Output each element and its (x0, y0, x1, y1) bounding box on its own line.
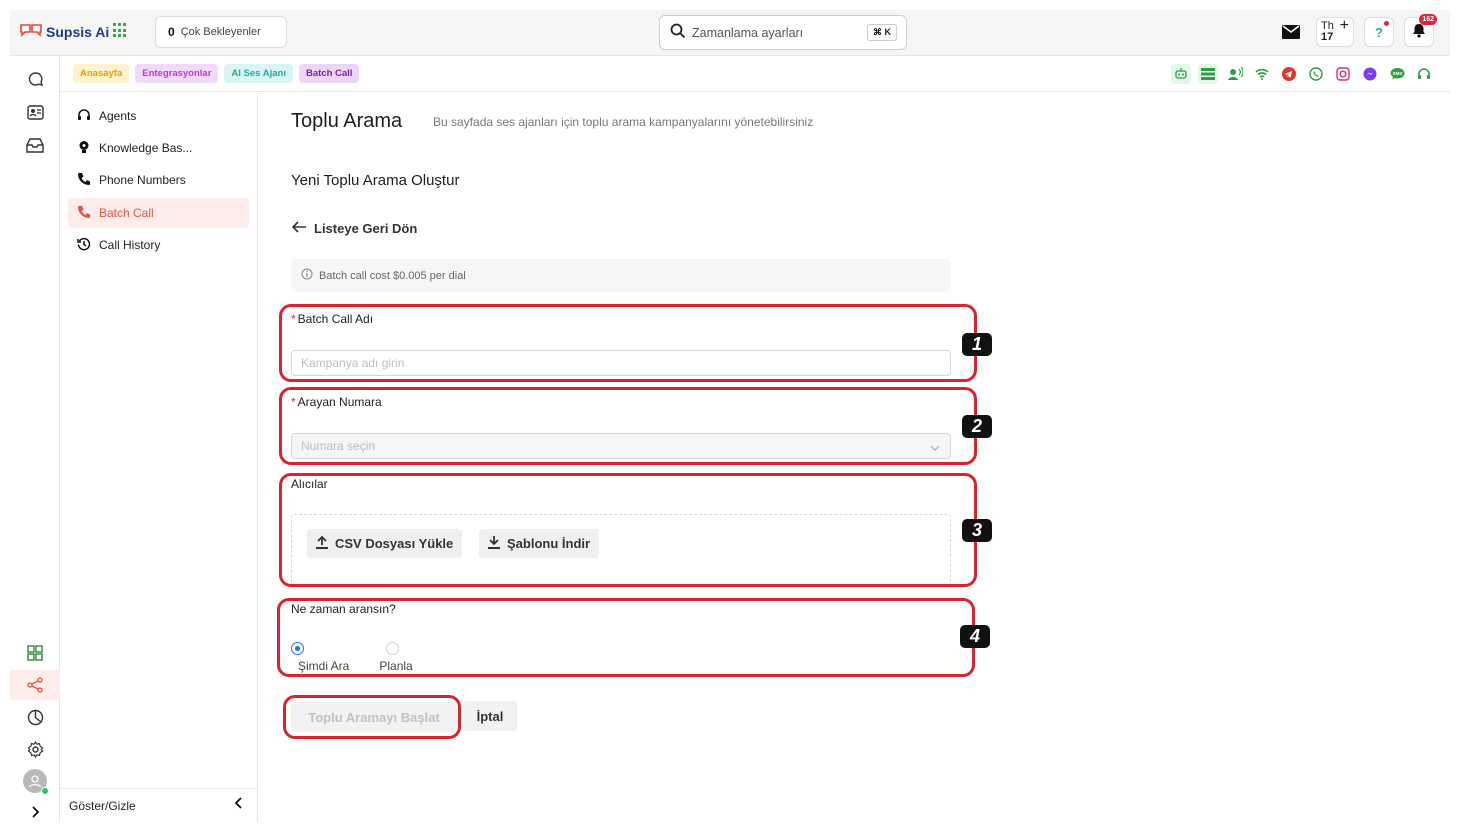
page-subtitle: Bu sayfada ses ajanları için toplu arama… (433, 115, 814, 129)
page-title: Toplu Arama (291, 110, 403, 132)
annotation-number-3: 3 (962, 519, 992, 542)
online-status-icon (41, 787, 49, 795)
back-link-label: Listeye Geri Dön (314, 221, 418, 236)
subnav-item-label: Knowledge Bas... (99, 141, 193, 155)
subnav-item-call-history[interactable]: Call History (68, 230, 249, 260)
app-name: Supsis Ai (46, 24, 110, 40)
list-icon[interactable] (1198, 64, 1218, 84)
notifications-button[interactable]: 162 (1404, 14, 1437, 47)
subnav-item-batch-call[interactable]: Batch Call (68, 198, 249, 228)
info-icon (301, 268, 313, 283)
sub-sidebar: Agents Knowledge Bas... Phone Numbers Ba… (61, 93, 258, 822)
arrow-left-icon (291, 221, 307, 236)
tag-batch-call[interactable]: Batch Call (298, 64, 360, 83)
logo-icon (19, 22, 43, 42)
rail-inbox-icon[interactable] (10, 130, 60, 160)
rail-share-icon[interactable] (10, 670, 60, 700)
calendar-button[interactable]: Th 17 + (1316, 17, 1354, 47)
icon-rail (10, 56, 60, 822)
telegram-icon[interactable] (1279, 64, 1299, 84)
info-text: Batch call cost $0.005 per dial (319, 269, 466, 282)
rail-expand-icon[interactable] (10, 797, 60, 827)
pending-label: Çok Bekleyenler (180, 26, 261, 38)
search-icon (670, 23, 686, 42)
subnav-item-label: Call History (99, 238, 161, 252)
subnav-item-phone-numbers[interactable]: Phone Numbers (68, 165, 249, 195)
plus-icon: + (1339, 17, 1349, 34)
headset-icon (77, 108, 91, 125)
phone-icon (77, 172, 91, 189)
section-title: Yeni Toplu Arama Oluştur (291, 172, 460, 189)
search-placeholder: Zamanlama ayarları (692, 25, 804, 40)
annotation-box-4 (277, 598, 975, 677)
search-input[interactable]: Zamanlama ayarları ⌘ K (659, 15, 907, 50)
rail-chat-icon[interactable] (10, 64, 60, 94)
wifi-icon[interactable] (1252, 64, 1272, 84)
help-button[interactable]: ? (1364, 17, 1394, 47)
bot-icon[interactable] (1171, 64, 1191, 84)
bell-icon (1412, 23, 1426, 41)
bulb-icon (77, 140, 91, 157)
help-dot (1384, 21, 1389, 26)
cancel-button[interactable]: İptal (463, 701, 517, 731)
top-header: Supsis Ai 0 Çok Bekleyenler Zamanlama ay… (10, 10, 1450, 56)
subnav-item-knowledge-base[interactable]: Knowledge Bas... (68, 133, 249, 163)
app-logo[interactable]: Supsis Ai (19, 22, 109, 42)
back-to-list-link[interactable]: Listeye Geri Dön (291, 221, 418, 236)
annotation-number-2: 2 (962, 415, 992, 438)
apps-grid-icon[interactable] (113, 23, 128, 38)
annotation-box-start (283, 695, 461, 739)
annotation-box-2 (279, 387, 977, 465)
instagram-icon[interactable] (1333, 64, 1353, 84)
notification-badge: 162 (1419, 14, 1437, 25)
subnav-item-label: Phone Numbers (99, 173, 186, 187)
pending-counter[interactable]: 0 Çok Bekleyenler (155, 16, 287, 48)
rail-dashboard-icon[interactable] (10, 638, 60, 668)
voice-agent-icon[interactable] (1225, 64, 1245, 84)
header-actions: Th 17 + ? 162 (1276, 14, 1437, 47)
phone-icon (77, 205, 91, 222)
cost-info-banner: Batch call cost $0.005 per dial (291, 259, 951, 292)
tag-ai-voice-agent[interactable]: AI Ses Ajanı (224, 64, 293, 83)
help-icon: ? (1375, 24, 1383, 40)
annotation-box-3 (279, 473, 977, 587)
mail-icon[interactable] (1276, 17, 1306, 47)
subnav-item-agents[interactable]: Agents (68, 101, 249, 131)
subnav-item-label: Batch Call (99, 206, 154, 220)
annotation-number-1: 1 (962, 333, 992, 356)
breadcrumb-bar: Anasayfa Entegrasyonlar AI Ses Ajanı Bat… (61, 56, 1450, 92)
channel-icons: SMS (1171, 64, 1434, 84)
chevron-left-icon[interactable] (234, 797, 244, 812)
sms-icon[interactable]: SMS (1387, 64, 1407, 84)
rail-settings-icon[interactable] (10, 734, 60, 764)
rail-contacts-icon[interactable] (10, 97, 60, 127)
history-icon (77, 237, 91, 254)
tag-integrations[interactable]: Entegrasyonlar (135, 64, 219, 83)
tag-home[interactable]: Anasayfa (73, 64, 130, 83)
rail-reports-icon[interactable] (10, 702, 60, 732)
main-content: Toplu Arama Bu sayfada ses ajanları için… (259, 93, 1450, 822)
breadcrumb: Anasayfa Entegrasyonlar AI Ses Ajanı Bat… (73, 64, 360, 83)
user-avatar[interactable] (23, 769, 49, 795)
search-shortcut: ⌘ K (867, 24, 897, 41)
whatsapp-icon[interactable] (1306, 64, 1326, 84)
annotation-box-1 (279, 304, 977, 382)
svg-text:SMS: SMS (1392, 71, 1402, 76)
headset-channel-icon[interactable] (1414, 64, 1434, 84)
messenger-icon[interactable] (1360, 64, 1380, 84)
sidebar-toggle[interactable]: Göster/Gizle (61, 788, 258, 822)
annotation-number-4: 4 (960, 625, 990, 648)
app-window: Supsis Ai 0 Çok Bekleyenler Zamanlama ay… (10, 10, 1450, 822)
pending-count: 0 (168, 25, 175, 39)
sidebar-toggle-label: Göster/Gizle (69, 798, 136, 813)
subnav-item-label: Agents (99, 109, 137, 123)
